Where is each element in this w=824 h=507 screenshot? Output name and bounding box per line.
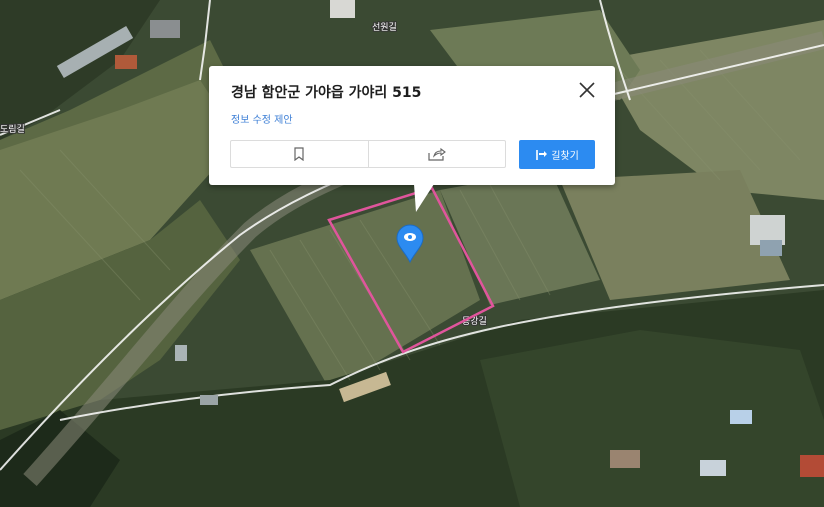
road-label-top: 선원길: [372, 22, 397, 33]
route-button[interactable]: 길찾기: [519, 140, 595, 169]
road-label-bottom: 동강길: [462, 316, 487, 327]
route-icon: [536, 149, 548, 160]
address-title: 경남 함안군 가야읍 가야리 515: [231, 85, 422, 101]
route-label: 길찾기: [551, 151, 579, 162]
suggest-edit-link[interactable]: 정보 수정 제안: [231, 111, 293, 126]
close-icon: [579, 82, 595, 98]
place-info-popup: 경남 함안군 가야읍 가야리 515 정보 수정 제안 길찾기: [209, 66, 615, 185]
share-icon: [428, 147, 446, 161]
share-button[interactable]: [367, 141, 506, 167]
road-label-left: 도림길: [0, 123, 25, 135]
save-button[interactable]: [231, 141, 368, 167]
action-button-group: [230, 140, 506, 168]
bookmark-icon: [294, 147, 304, 161]
close-button[interactable]: [577, 80, 597, 100]
